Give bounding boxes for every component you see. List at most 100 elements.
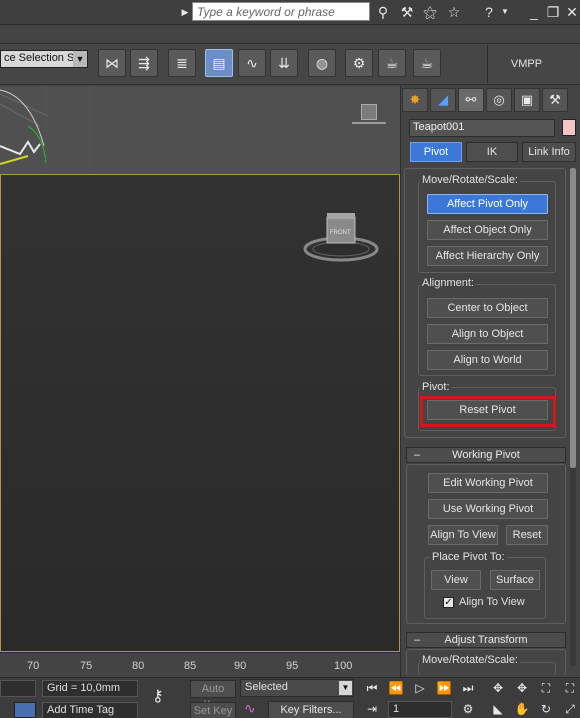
render-icon[interactable]: ☕	[413, 49, 441, 77]
object-name-field[interactable]: Teapot001	[409, 119, 555, 137]
align-icon[interactable]: ⇶	[130, 49, 158, 77]
mirror-icon[interactable]: ⋈	[98, 49, 126, 77]
group-label: Pivot:	[420, 381, 452, 393]
chevron-down-icon: ▼	[339, 681, 352, 695]
play-icon[interactable]: ▷	[412, 680, 428, 696]
zoom-icon[interactable]: ✥	[490, 680, 506, 696]
tangent-icon[interactable]: ∿	[244, 700, 256, 717]
group-label: Place Pivot To:	[430, 551, 507, 563]
star-icon[interactable]: ☆	[445, 3, 463, 21]
utilities-icon[interactable]: ⚒	[542, 88, 568, 112]
zoom-extents-all-icon[interactable]: ⛶	[562, 680, 578, 696]
reset-button[interactable]: Reset	[506, 525, 548, 545]
motion-icon[interactable]: ◎	[486, 88, 512, 112]
grid-readout: Grid = 10,0mm	[42, 680, 138, 697]
material-editor-icon[interactable]: ◍	[308, 49, 336, 77]
tick-label: 75	[80, 660, 93, 672]
group-label: Move/Rotate/Scale:	[420, 174, 520, 186]
render-frame-icon[interactable]: ☕	[378, 49, 406, 77]
key-icon[interactable]: ⚷	[152, 686, 164, 706]
tick-label: 85	[184, 660, 197, 672]
help-icon[interactable]: ?	[480, 3, 498, 21]
grid-wireframe	[0, 86, 91, 174]
chevron-down-icon[interactable]: ▼	[500, 3, 510, 21]
key-filters-button[interactable]: Key Filters...	[268, 701, 354, 718]
next-frame-icon[interactable]: ⏩	[436, 680, 452, 696]
surface-button[interactable]: Surface	[490, 570, 540, 590]
adjust-transform-header[interactable]: – Adjust Transform	[406, 632, 566, 648]
scrollbar-thumb[interactable]	[570, 168, 576, 468]
tab-link-info[interactable]: Link Info	[522, 142, 576, 162]
key-mode-dropdown[interactable]: Selected ▼	[240, 679, 354, 697]
set-key-button[interactable]: Set Key	[190, 702, 236, 718]
checkbox-label: Align To View	[459, 596, 525, 608]
viewcube-icon[interactable]	[361, 104, 377, 120]
key-mode-value: Selected	[245, 681, 288, 693]
selection-set-dropdown[interactable]: ce Selection Se ▼	[0, 50, 88, 68]
create-icon[interactable]: ✸	[402, 88, 428, 112]
view-button[interactable]: View	[431, 570, 481, 590]
minimize-icon[interactable]: _	[526, 3, 542, 21]
viewcube-front-icon[interactable]	[303, 211, 383, 271]
current-frame-field[interactable]: 1	[388, 701, 452, 718]
display-icon[interactable]: ▣	[514, 88, 540, 112]
binoculars-icon[interactable]: ⚲	[374, 3, 392, 21]
viewport-front[interactable]: FRONT	[0, 174, 400, 652]
modify-icon[interactable]: ◢	[430, 88, 456, 112]
tick-label: 70	[27, 660, 40, 672]
viewport-top[interactable]	[0, 86, 400, 174]
tab-ik[interactable]: IK	[466, 142, 518, 162]
group-label: Alignment:	[420, 277, 476, 289]
tick-label: 100	[334, 660, 353, 672]
maximize-viewport-icon[interactable]: ⤢	[562, 701, 578, 717]
zoom-all-icon[interactable]: ✥	[514, 680, 530, 696]
viewcube-label: FRONT	[330, 230, 351, 236]
dope-sheet-icon[interactable]: ⇊	[270, 49, 298, 77]
affect-hierarchy-only-button[interactable]: Affect Hierarchy Only	[427, 246, 548, 266]
group-label: Move/Rotate/Scale:	[420, 654, 520, 666]
tick-label: 95	[286, 660, 299, 672]
object-color-swatch[interactable]	[562, 119, 576, 136]
wrench-icon[interactable]: ⚒	[398, 3, 416, 21]
tab-pivot[interactable]: Pivot	[410, 142, 462, 162]
curve-editor-icon[interactable]: ∿	[238, 49, 266, 77]
rollout-title: Working Pivot	[452, 449, 520, 461]
orbit-icon[interactable]: ↻	[538, 701, 554, 717]
zoom-extents-icon[interactable]: ⛶	[538, 680, 554, 696]
align-to-view-button[interactable]: Align To View	[428, 525, 498, 545]
time-config-icon[interactable]: ⚙	[460, 701, 476, 717]
vmpp-button[interactable]: VMPP	[487, 45, 565, 83]
layer-icon[interactable]: ≣	[168, 49, 196, 77]
hierarchy-icon[interactable]: ⚯	[458, 88, 484, 112]
go-to-start-icon[interactable]: ⏮	[364, 680, 380, 696]
render-setup-icon[interactable]: ⚙	[345, 49, 373, 77]
working-pivot-header[interactable]: – Working Pivot	[406, 447, 566, 463]
center-to-object-button[interactable]: Center to Object	[427, 298, 548, 318]
align-to-object-button[interactable]: Align to Object	[427, 324, 548, 344]
restore-icon[interactable]: ❐	[545, 3, 561, 21]
coord-field[interactable]	[0, 680, 36, 697]
pan-icon[interactable]: ✋	[514, 701, 530, 717]
align-to-world-button[interactable]: Align to World	[427, 350, 548, 370]
previous-frame-icon[interactable]: ⏪	[388, 680, 404, 696]
key-mode-toggle-icon[interactable]: ⇥	[364, 701, 380, 717]
go-to-end-icon[interactable]: ⏭	[460, 680, 476, 696]
affect-pivot-only-button[interactable]: Affect Pivot Only	[427, 194, 548, 214]
star-search-icon[interactable]: ⚝	[421, 3, 439, 21]
selection-set-value: ce Selection Se	[4, 52, 81, 64]
tick-label: 80	[132, 660, 145, 672]
lock-selection-icon[interactable]	[14, 702, 36, 718]
affect-object-only-button[interactable]: Affect Object Only	[427, 220, 548, 240]
edit-working-pivot-button[interactable]: Edit Working Pivot	[428, 473, 548, 493]
search-input[interactable]: Type a keyword or phrase	[192, 2, 370, 21]
scene-explorer-icon[interactable]: ▤	[205, 49, 233, 77]
auto-key-button[interactable]: Auto Key	[190, 680, 236, 711]
viewcube-base	[352, 122, 386, 124]
chevron-down-icon: ▼	[73, 51, 87, 67]
fov-icon[interactable]: ◣	[490, 701, 506, 717]
close-icon[interactable]: ✕	[564, 3, 580, 21]
use-working-pivot-button[interactable]: Use Working Pivot	[428, 499, 548, 519]
add-time-tag[interactable]: Add Time Tag	[42, 702, 138, 718]
caret-right-icon[interactable]: ▶	[181, 3, 189, 21]
align-to-view-checkbox[interactable]: ✓	[443, 597, 454, 608]
